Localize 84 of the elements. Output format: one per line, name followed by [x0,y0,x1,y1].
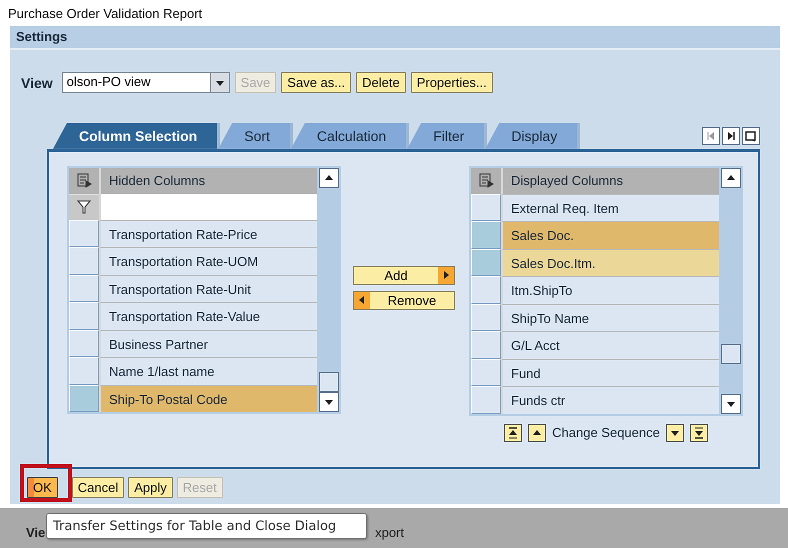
list-row[interactable]: External Req. Item [501,194,719,222]
list-row[interactable]: Funds ctr [501,386,719,414]
list-row[interactable]: Transportation Rate-Price [99,220,317,248]
column-list-icon [76,173,92,188]
row-selector[interactable] [69,302,99,330]
row-selector[interactable] [471,358,501,386]
move-top-icon [508,426,518,439]
row-selector[interactable] [69,274,99,302]
view-button[interactable]: Delete [356,72,406,94]
filter-field[interactable] [99,194,317,220]
row-selector[interactable] [471,276,501,304]
list-row[interactable]: G/L Acct [501,331,719,359]
column-list-icon [478,173,494,188]
list-row[interactable]: ShipTo Name [501,304,719,332]
last-page-icon [726,130,736,141]
row-selector[interactable] [69,247,99,275]
view-button[interactable]: Save as... [281,72,352,94]
list-header: Displayed Columns [501,168,719,194]
tab[interactable]: Column Selection [53,122,220,149]
window-button[interactable] [742,126,760,145]
highlight-frame [20,464,72,502]
up-arrow-icon [532,428,542,438]
move-button[interactable]: Remove [353,290,455,310]
scroll-thumb[interactable] [319,372,339,392]
view-button[interactable]: Properties... [410,72,493,94]
row-selector[interactable] [471,221,501,249]
move-button[interactable]: Add [353,266,455,285]
row-selector[interactable] [471,331,501,359]
first-page-icon [706,130,716,141]
list-row[interactable]: Name 1/last name [99,357,317,385]
view-dropdown[interactable]: olson-PO view [62,72,230,94]
row-selector[interactable] [471,248,501,276]
scroll-up-button[interactable] [721,168,741,188]
left-arrow-icon [357,295,367,306]
list-row[interactable]: Transportation Rate-UOM [99,247,317,275]
move-down-button[interactable] [666,424,684,442]
list-row[interactable]: Sales Doc.Itm. [501,248,719,276]
sequence-label: Change Sequence [552,425,660,440]
scrollbar[interactable] [719,168,741,414]
tab[interactable]: Display [485,122,580,149]
list-row[interactable]: Transportation Rate-Value [99,302,317,330]
first-page-button[interactable] [702,126,720,145]
panel-title: Settings [10,26,780,50]
list-row[interactable]: Sales Doc. [501,221,719,249]
export-label: xport [375,525,404,540]
tab[interactable]: Filter [407,122,488,149]
move-bottom-icon [694,426,704,439]
move-bottom-button[interactable] [690,424,708,442]
list-row[interactable]: Transportation Rate-Unit [99,274,317,302]
up-arrow-icon [726,172,736,183]
tab[interactable]: Sort [218,122,293,149]
footer-button[interactable]: Apply [128,476,173,498]
tooltip: Transfer Settings for Table and Close Dialog [46,513,367,539]
filter-icon [77,200,91,214]
tab[interactable]: Calculation [290,122,410,149]
list-row[interactable]: Itm.ShipTo [501,276,719,304]
view-label: View [21,74,53,91]
row-selector[interactable] [69,357,99,385]
up-arrow-icon [324,172,334,183]
list-row[interactable]: Business Partner [99,330,317,358]
row-selector[interactable] [471,194,501,222]
list-row[interactable]: Ship-To Postal Code [99,384,317,412]
window-title: Purchase Order Validation Report [7,5,204,23]
move-top-button[interactable] [504,424,522,442]
row-selector[interactable] [69,384,99,412]
list-header: Hidden Columns [99,168,317,194]
last-page-button[interactable] [722,126,740,145]
footer-button[interactable]: Cancel [72,476,124,498]
filter-toggle[interactable] [69,194,99,220]
bottom-label: Vie [26,525,46,540]
right-arrow-icon [441,270,451,280]
footer-button[interactable]: OK [27,476,58,498]
scrollbar[interactable] [317,168,339,412]
row-selector[interactable] [471,304,501,332]
scroll-up-button[interactable] [319,168,339,188]
move-up-button[interactable] [528,424,546,442]
row-selector[interactable] [69,330,99,358]
window-icon [745,130,757,142]
scroll-thumb[interactable] [721,344,741,364]
down-arrow-icon [324,397,334,408]
row-selector[interactable] [471,386,501,414]
scroll-down-button[interactable] [721,394,741,414]
list-row[interactable]: Fund [501,358,719,386]
scroll-down-button[interactable] [319,392,339,412]
